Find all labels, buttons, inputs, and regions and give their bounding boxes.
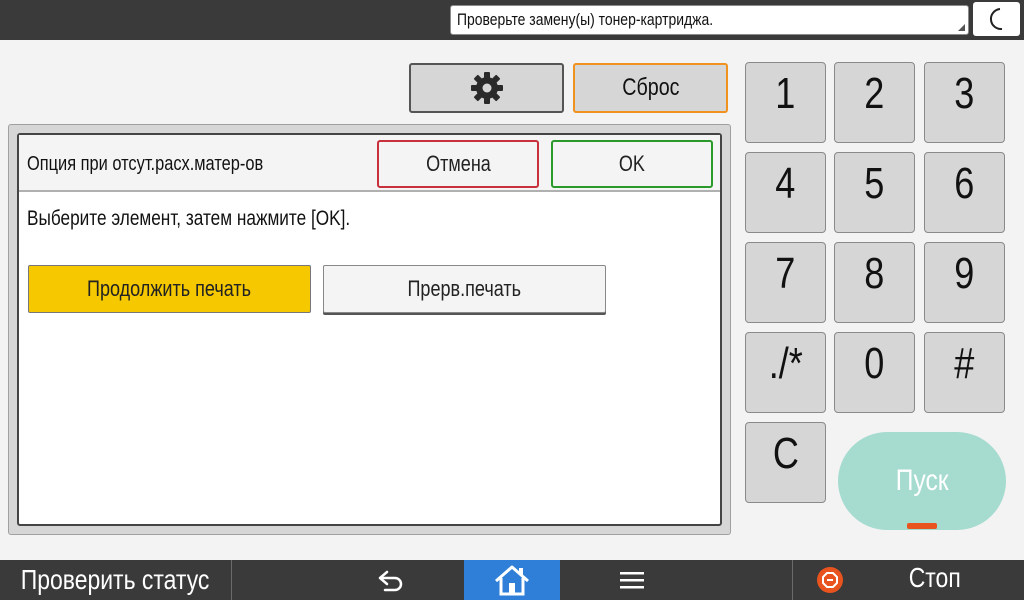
settings-button[interactable] (409, 63, 564, 113)
ok-label: OK (618, 151, 646, 176)
cancel-label: Отмена (425, 151, 491, 176)
key-dot-star[interactable]: ./* (745, 332, 826, 413)
gear-icon (470, 72, 503, 104)
key-label: 6 (954, 159, 975, 208)
key-2[interactable]: 2 (834, 62, 915, 143)
dialog-instruction: Выберите элемент, затем нажмите [OK]. (27, 207, 351, 230)
menu-icon (620, 572, 644, 589)
key-label: 0 (864, 339, 885, 388)
key-7[interactable]: 7 (745, 242, 826, 323)
key-label: 9 (954, 249, 975, 298)
home-button[interactable] (464, 560, 560, 600)
supply-option-dialog: Опция при отсут.расх.матер-ов Отмена OK … (8, 124, 731, 535)
key-1[interactable]: 1 (745, 62, 826, 143)
key-label: ./* (768, 339, 803, 388)
key-8[interactable]: 8 (834, 242, 915, 323)
key-3[interactable]: 3 (924, 62, 1005, 143)
back-button[interactable] (352, 560, 432, 600)
home-icon (495, 565, 529, 596)
back-arrow-icon (378, 570, 403, 592)
reset-label: Сброс (621, 74, 680, 101)
key-5[interactable]: 5 (834, 152, 915, 233)
moon-icon (990, 8, 1003, 31)
dialog-panel: Опция при отсут.расх.матер-ов Отмена OK … (17, 133, 722, 526)
start-button[interactable]: Пуск (838, 432, 1006, 530)
key-label: 7 (775, 249, 796, 298)
cancel-button[interactable]: Отмена (377, 140, 539, 188)
stop-label: Стоп (908, 562, 961, 593)
reset-button[interactable]: Сброс (573, 63, 728, 113)
dialog-header: Опция при отсут.расх.матер-ов Отмена OK (19, 135, 720, 192)
key-0[interactable]: 0 (834, 332, 915, 413)
option-label: Прерв.печать (407, 276, 522, 301)
key-clear[interactable]: C (745, 422, 826, 503)
check-status-button[interactable]: Проверить статус (0, 560, 232, 600)
stop-icon (817, 567, 843, 593)
key-6[interactable]: 6 (924, 152, 1005, 233)
option-continue-printing[interactable]: Продолжить печать (28, 265, 311, 313)
key-label: 8 (864, 249, 885, 298)
option-stop-printing[interactable]: Прерв.печать (323, 265, 606, 313)
bottom-bar: Проверить статус Стоп (0, 560, 1024, 600)
key-label: # (954, 339, 975, 388)
ok-button[interactable]: OK (551, 140, 713, 188)
top-bar: Проверьте замену(ы) тонер-картриджа. (0, 0, 1024, 40)
system-message-text: Проверьте замену(ы) тонер-картриджа. (457, 10, 714, 29)
key-label: 3 (954, 69, 975, 118)
key-label: 4 (775, 159, 796, 208)
start-indicator-light (907, 523, 937, 529)
key-label: 2 (864, 69, 885, 118)
key-4[interactable]: 4 (745, 152, 826, 233)
key-9[interactable]: 9 (924, 242, 1005, 323)
option-label: Продолжить печать (87, 276, 252, 301)
key-label: C (772, 429, 799, 478)
start-label: Пуск (895, 464, 949, 497)
check-status-label: Проверить статус (21, 564, 210, 595)
menu-button[interactable] (592, 560, 672, 600)
energy-saver-button[interactable] (973, 2, 1020, 36)
dialog-title: Опция при отсут.расх.матер-ов (27, 153, 264, 175)
system-message-box[interactable]: Проверьте замену(ы) тонер-картриджа. (450, 5, 969, 35)
key-label: 1 (775, 69, 796, 118)
key-label: 5 (864, 159, 885, 208)
expand-corner-icon (958, 24, 965, 31)
stop-button[interactable]: Стоп (792, 560, 1024, 600)
key-hash[interactable]: # (924, 332, 1005, 413)
